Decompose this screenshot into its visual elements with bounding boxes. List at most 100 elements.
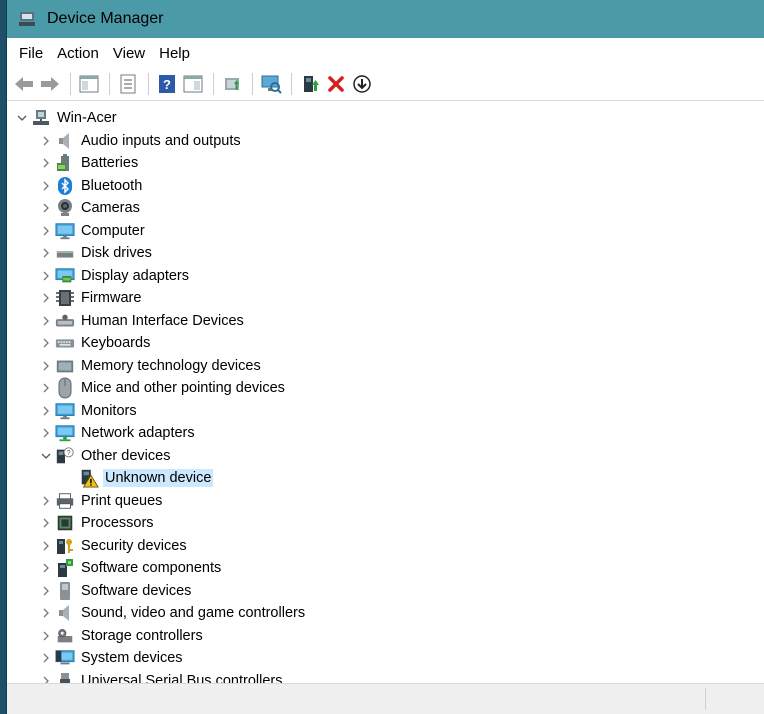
tree-category-item[interactable]: Mice and other pointing devices [37, 377, 287, 400]
tree-item-label: Display adapters [81, 267, 189, 284]
enable-device-button[interactable] [298, 72, 322, 96]
printer-icon [55, 491, 75, 511]
title-bar[interactable]: Device Manager [7, 0, 764, 38]
tree-category-item[interactable]: Disk drives [37, 242, 154, 265]
uninstall-icon [327, 75, 345, 93]
menu-action[interactable]: Action [50, 45, 106, 62]
chevron-right-icon[interactable] [37, 402, 55, 420]
tree-category-item[interactable]: Memory technology devices [37, 355, 263, 378]
monitor-icon [55, 401, 75, 421]
tree-category-item[interactable]: Storage controllers [37, 625, 205, 648]
chevron-right-icon[interactable] [37, 312, 55, 330]
chevron-right-icon[interactable] [37, 267, 55, 285]
show-hide-console-tree-button[interactable] [77, 72, 101, 96]
download-button[interactable] [350, 72, 374, 96]
menu-view[interactable]: View [106, 45, 152, 62]
display-adapter-icon [55, 266, 75, 286]
back-icon [14, 76, 34, 92]
tree-category-item[interactable]: Processors [37, 512, 156, 535]
tree-category-item[interactable]: Computer [37, 220, 147, 243]
tree-category-item[interactable]: Security devices [37, 535, 189, 558]
tree-item-label: Keyboards [81, 335, 151, 352]
uninstall-button[interactable] [324, 72, 348, 96]
back-button[interactable] [12, 72, 36, 96]
tree-item-label: Audio inputs and outputs [81, 132, 241, 149]
forward-button[interactable] [38, 72, 62, 96]
warning-device-icon [79, 468, 99, 488]
storage-icon [55, 626, 75, 646]
tree-category-item[interactable]: Network adapters [37, 422, 197, 445]
toolbar-separator [252, 73, 253, 95]
device-manager-app-icon [19, 12, 35, 26]
firmware-icon [55, 288, 75, 308]
chevron-right-icon[interactable] [37, 199, 55, 217]
tree-root-node[interactable]: Win-Acer [13, 107, 119, 130]
tree-category-item[interactable]: Display adapters [37, 265, 191, 288]
keyboard-icon [55, 333, 75, 353]
tree-category-item[interactable]: Software components [37, 557, 223, 580]
chevron-right-icon[interactable] [37, 492, 55, 510]
tree-category-item[interactable]: Print queues [37, 490, 164, 513]
tree-item-label: System devices [81, 650, 183, 667]
chevron-right-icon[interactable] [37, 582, 55, 600]
menu-file[interactable]: File [12, 45, 50, 62]
chevron-right-icon[interactable] [37, 334, 55, 352]
chevron-right-icon[interactable] [37, 244, 55, 262]
chevron-right-icon[interactable] [37, 289, 55, 307]
battery-icon [55, 153, 75, 173]
chevron-right-icon[interactable] [37, 154, 55, 172]
chevron-right-icon[interactable] [37, 379, 55, 397]
chevron-right-icon[interactable] [37, 649, 55, 667]
tree-category-item[interactable]: Audio inputs and outputs [37, 130, 243, 153]
tree-category-item[interactable]: Bluetooth [37, 175, 144, 198]
chevron-down-icon[interactable] [37, 447, 55, 465]
chevron-right-icon[interactable] [37, 132, 55, 150]
chevron-down-icon[interactable] [13, 109, 31, 127]
tree-item-label: Print queues [81, 492, 163, 509]
menu-help[interactable]: Help [152, 45, 197, 62]
chevron-right-icon[interactable] [37, 514, 55, 532]
system-icon [55, 648, 75, 668]
chevron-right-icon[interactable] [37, 559, 55, 577]
action-pane-button[interactable] [181, 72, 205, 96]
tree-category-item[interactable]: Universal Serial Bus controllers [37, 670, 284, 684]
chevron-right-icon[interactable] [37, 222, 55, 240]
device-tree: Win-Acer Audio inputs and outputs Batterie… [7, 102, 764, 684]
tree-item-label: Firmware [81, 290, 142, 307]
properties-button[interactable] [116, 72, 140, 96]
tree-category-item[interactable]: Software devices [37, 580, 193, 603]
bluetooth-icon [55, 176, 75, 196]
tree-item-label: Other devices [81, 447, 171, 464]
tree-category-item[interactable]: Monitors [37, 400, 139, 423]
tree-device-item[interactable]: Unknown device [61, 467, 214, 490]
toolbar: ? [7, 68, 764, 101]
update-driver-icon [222, 74, 242, 94]
tree-category-item[interactable]: Firmware [37, 287, 143, 310]
chevron-right-icon[interactable] [37, 177, 55, 195]
tree-category-item[interactable]: System devices [37, 647, 185, 670]
chevron-right-icon[interactable] [37, 424, 55, 442]
tree-item-label: Security devices [81, 537, 187, 554]
tree-category-item[interactable]: Sound, video and game controllers [37, 602, 307, 625]
memory-icon [55, 356, 75, 376]
tree-category-item[interactable]: Batteries [37, 152, 140, 175]
help-icon: ? [158, 74, 176, 94]
chevron-right-icon[interactable] [37, 537, 55, 555]
update-driver-button[interactable] [220, 72, 244, 96]
help-button[interactable]: ? [155, 72, 179, 96]
tree-category-item[interactable]: Keyboards [37, 332, 152, 355]
scan-hardware-button[interactable] [259, 72, 283, 96]
software-component-icon [55, 558, 75, 578]
tree-item-label: Batteries [81, 155, 139, 172]
tree-category-item[interactable]: Human Interface Devices [37, 310, 246, 333]
chevron-right-icon[interactable] [37, 357, 55, 375]
toolbar-separator [291, 73, 292, 95]
tree-category-item[interactable]: Cameras [37, 197, 142, 220]
usb-icon [55, 671, 75, 684]
computer-tree-icon [31, 108, 51, 128]
speaker-icon [55, 603, 75, 623]
tree-category-item[interactable]: ? Other devices [37, 445, 172, 468]
chevron-right-icon[interactable] [37, 627, 55, 645]
chevron-right-icon[interactable] [37, 604, 55, 622]
toolbar-separator [70, 73, 71, 95]
